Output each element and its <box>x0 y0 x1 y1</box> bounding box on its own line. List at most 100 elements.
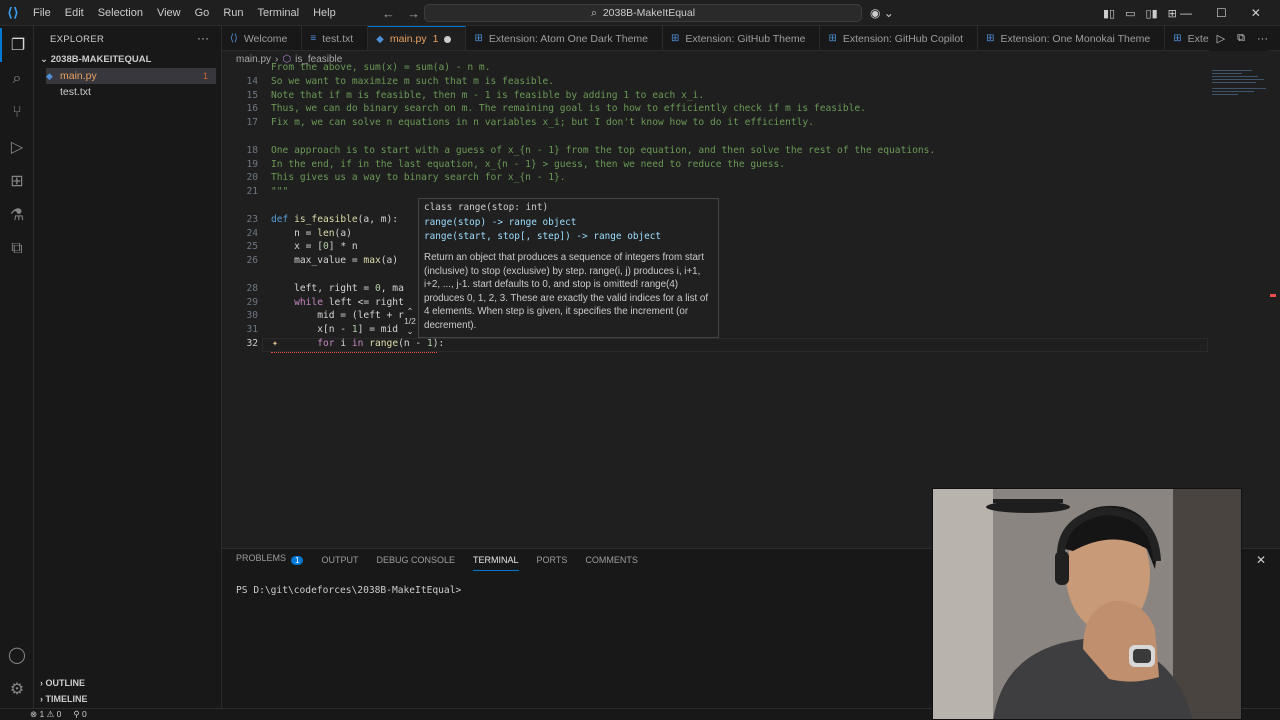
workspace-folder[interactable]: ⌄ 2038B-MAKEITEQUAL <box>40 54 151 65</box>
problems-status[interactable]: ⊗ 1 ⚠ 0 <box>30 709 61 720</box>
line-number: 15 <box>246 89 258 101</box>
error-count: 1 <box>39 709 45 719</box>
tab-main-py[interactable]: ◆ main.py 1 <box>368 26 467 50</box>
code-line[interactable]: n = len(a) <box>271 228 352 239</box>
copilot-icon[interactable]: ◉ ⌄ <box>870 0 894 26</box>
terminal-prompt[interactable]: PS D:\git\codeforces\2038B-MakeItEqual> <box>236 585 461 596</box>
close-window-icon[interactable]: ✕ <box>1251 6 1261 20</box>
ports-count: 0 <box>81 709 87 719</box>
search-view-icon[interactable]: ⌕ <box>0 62 34 96</box>
breadcrumb-file[interactable]: main.py <box>236 54 271 65</box>
more-actions-icon[interactable]: ··· <box>197 31 209 45</box>
run-icon[interactable]: ▷ <box>1217 32 1225 45</box>
code-line[interactable]: for i in range(n - 1): <box>271 338 444 349</box>
code-line[interactable]: x = [0] * n <box>271 241 358 252</box>
code-line[interactable]: One approach is to start with a guess of… <box>271 145 935 156</box>
more-icon[interactable]: ··· <box>1257 33 1268 45</box>
minimize-icon[interactable]: — <box>1180 6 1192 20</box>
warning-count: 0 <box>56 709 62 719</box>
tab-ext-monokai[interactable]: ⊞ Extension: One Monokai Theme <box>978 26 1166 50</box>
file-item-test-txt[interactable]: test.txt <box>46 84 216 100</box>
chevron-up-icon[interactable]: ⌃ <box>400 306 420 316</box>
account-icon[interactable]: ◯ <box>0 638 34 672</box>
python-file-icon: ◆ <box>46 70 53 81</box>
code-line[interactable]: Fix m, we can solve n equations in n var… <box>271 117 814 128</box>
menu-run[interactable]: Run <box>216 0 250 26</box>
file-item-main-py[interactable]: ◆ main.py 1 <box>46 68 216 84</box>
customize-layout-icon[interactable]: ⊞ <box>1168 7 1177 20</box>
menu-bar: File Edit Selection View Go Run Terminal… <box>26 0 343 26</box>
forward-arrow-icon[interactable]: → <box>407 6 420 21</box>
code-line[interactable]: So we want to maximize m such that m is … <box>271 76 554 87</box>
tab-welcome[interactable]: ⟨⟩ Welcome <box>222 26 303 50</box>
tab-label: Extension: GitHub Copilot <box>842 32 964 45</box>
code-line[interactable]: Note that if m is feasible, then m - 1 i… <box>271 90 704 101</box>
menu-selection[interactable]: Selection <box>91 0 150 26</box>
title-bar: ⟨⟩ File Edit Selection View Go Run Termi… <box>0 0 1280 26</box>
run-debug-icon[interactable]: ▷ <box>0 130 34 164</box>
tab-ext-copilot[interactable]: ⊞ Extension: GitHub Copilot <box>820 26 979 50</box>
code-line[interactable]: def is_feasible(a, m): <box>271 214 398 225</box>
explorer-icon[interactable]: ❐ <box>0 28 34 62</box>
editor-actions: ▷ ⧉ ··· <box>1208 26 1268 51</box>
manage-gear-icon[interactable]: ⚙ <box>0 672 34 706</box>
maximize-icon[interactable]: ☐ <box>1216 6 1227 20</box>
signature-docs: Return an object that produces a sequenc… <box>424 252 709 331</box>
tab-debug-console[interactable]: DEBUG CONSOLE <box>376 553 455 571</box>
tab-comments[interactable]: COMMENTS <box>585 553 638 571</box>
code-line[interactable]: while left <= right <box>271 297 404 308</box>
menu-help[interactable]: Help <box>306 0 343 26</box>
line-number: 23 <box>246 213 258 225</box>
window-controls: — ☐ ✕ <box>1180 0 1261 26</box>
menu-view[interactable]: View <box>150 0 188 26</box>
close-panel-icon[interactable]: ✕ <box>1256 553 1266 567</box>
menu-terminal[interactable]: Terminal <box>251 0 307 26</box>
code-line[interactable]: From the above, sum(x) = sum(a) - n m. <box>271 62 491 73</box>
source-control-icon[interactable]: ⑂ <box>0 96 34 130</box>
toggle-secondary-sidebar-icon[interactable]: ▯▮ <box>1146 7 1158 20</box>
code-line[interactable]: left, right = 0, ma <box>271 283 404 294</box>
code-editor[interactable]: 14 15 16 17 18 19 20 21 23 24 25 26 28 29 30 31 32 From … <box>222 62 1280 540</box>
search-text: 2038B-MakeItEqual <box>602 7 696 19</box>
code-line[interactable]: Thus, we can do binary search on m. The … <box>271 103 866 114</box>
signature-class: class range(stop: int) <box>424 202 549 213</box>
chevron-down-icon[interactable]: ⌄ <box>400 326 420 336</box>
command-center-search[interactable]: ⌕ 2038B-MakeItEqual <box>424 4 862 22</box>
timeline-section[interactable]: › TIMELINE <box>40 694 88 704</box>
code-line[interactable]: """ <box>271 186 288 197</box>
tab-ports[interactable]: PORTS <box>537 553 568 571</box>
copilot-sparkle-icon[interactable]: ✦ <box>272 338 278 349</box>
menu-go[interactable]: Go <box>188 0 217 26</box>
tab-output[interactable]: OUTPUT <box>321 553 358 571</box>
menu-edit[interactable]: Edit <box>58 0 91 26</box>
testing-icon[interactable]: ⚗ <box>0 198 34 232</box>
remote-explorer-icon[interactable]: ⧉ <box>0 232 34 266</box>
code-line[interactable]: In the end, if in the last equation, x_{… <box>271 159 785 170</box>
extensions-icon[interactable]: ⊞ <box>0 164 34 198</box>
line-number: 20 <box>246 172 258 184</box>
split-editor-icon[interactable]: ⧉ <box>1237 32 1245 45</box>
code-line[interactable]: max_value = max(a) <box>271 255 398 266</box>
toggle-sidebar-icon[interactable]: ▮▯ <box>1103 7 1115 20</box>
vscode-logo-icon: ⟨⟩ <box>7 4 19 20</box>
tab-terminal[interactable]: TERMINAL <box>473 553 519 571</box>
tab-ext-github-theme[interactable]: ⊞ Extension: GitHub Theme <box>663 26 821 50</box>
line-number: 26 <box>246 255 258 267</box>
extension-icon: ⊞ <box>671 33 680 44</box>
back-arrow-icon[interactable]: ← <box>382 6 395 21</box>
code-line[interactable]: mid = (left + r <box>271 310 404 321</box>
ports-status[interactable]: ⚲ 0 <box>73 709 86 720</box>
tab-ext-atom[interactable]: ⊞ Extension: Atom One Dark Theme <box>466 26 664 50</box>
tab-test-txt[interactable]: ≡ test.txt <box>302 26 369 50</box>
overload-counter[interactable]: ⌃ 1/2 ⌄ <box>400 306 420 336</box>
tab-label: Extension: One Monokai Theme <box>1000 32 1151 45</box>
minimap[interactable] <box>1208 66 1268 126</box>
code-line[interactable]: x[n - 1] = mid <box>271 324 398 335</box>
unsaved-dot-icon[interactable] <box>444 35 452 43</box>
tab-problems[interactable]: PROBLEMS 1 <box>236 553 304 571</box>
line-number: 28 <box>246 282 258 294</box>
menu-file[interactable]: File <box>26 0 58 26</box>
toggle-panel-icon[interactable]: ▭ <box>1125 7 1135 20</box>
outline-section[interactable]: › OUTLINE <box>40 678 85 688</box>
code-line[interactable]: This gives us a way to binary search for… <box>271 172 566 183</box>
